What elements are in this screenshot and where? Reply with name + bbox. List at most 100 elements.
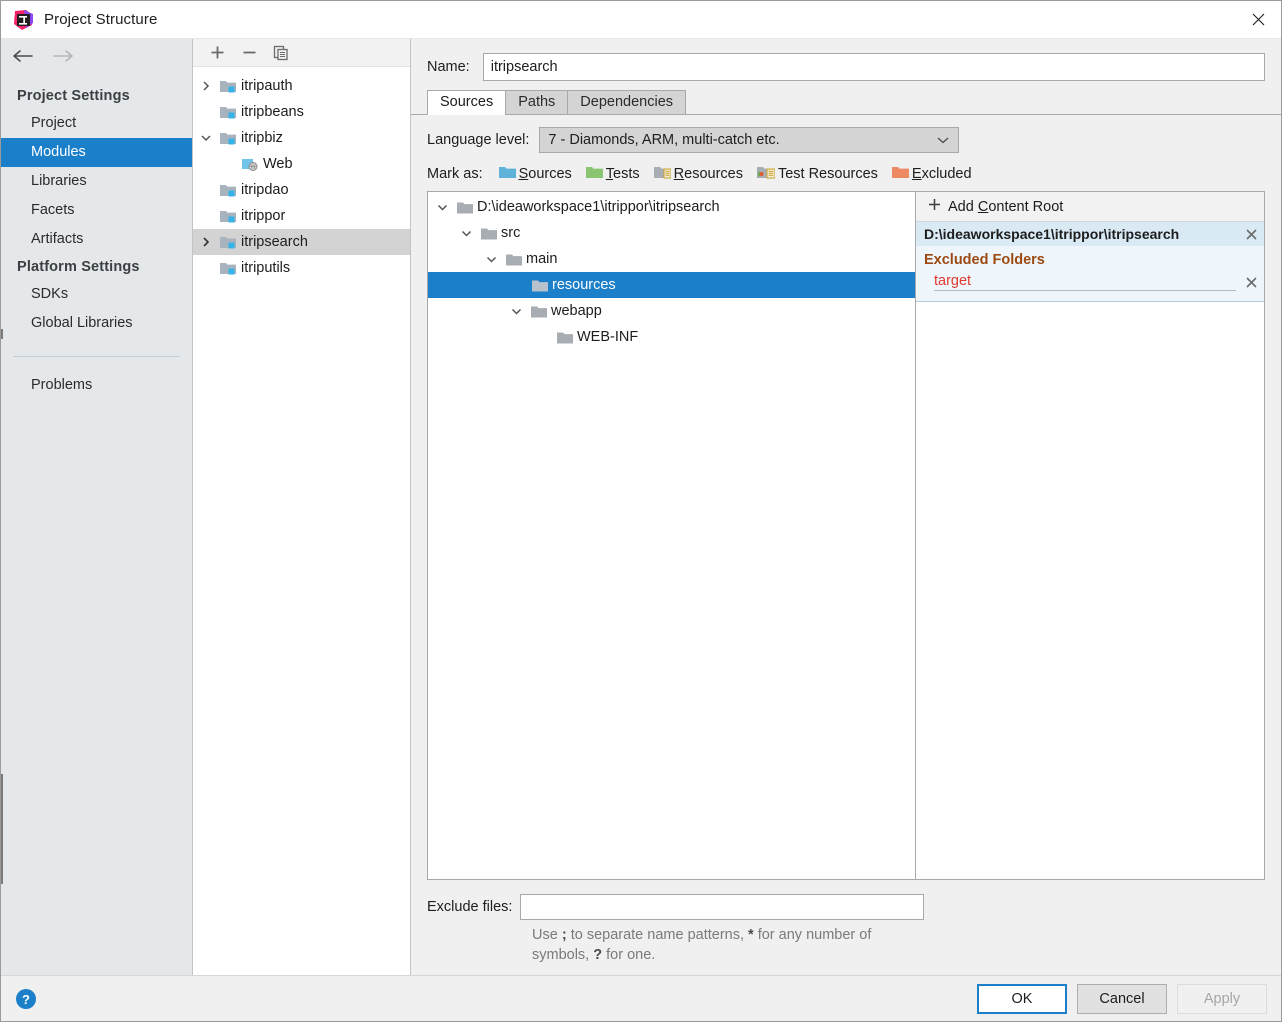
- mark-as-resources-button[interactable]: Resources: [653, 165, 743, 183]
- chevron-down-icon[interactable]: [195, 133, 217, 143]
- add-content-root-button[interactable]: Add Content Root: [916, 192, 1264, 222]
- forward-button[interactable]: [52, 48, 74, 64]
- module-name-label: Name:: [427, 59, 470, 75]
- source-row-label: resources: [552, 277, 616, 293]
- module-row-itripbiz[interactable]: itripbiz: [193, 125, 410, 151]
- sidebar-item-problems[interactable]: Problems: [1, 371, 192, 400]
- chevron-right-icon[interactable]: [195, 81, 217, 91]
- language-level-select[interactable]: 7 - Diamonds, ARM, multi-catch etc.: [539, 127, 960, 153]
- module-folder-icon: [217, 79, 239, 93]
- source-row-main[interactable]: main: [428, 246, 915, 272]
- content-root-header[interactable]: D:\ideaworkspace1\itrippor\itripsearch: [916, 222, 1264, 246]
- back-button[interactable]: [12, 48, 34, 64]
- sidebar-item-libraries[interactable]: Libraries: [1, 167, 192, 196]
- module-label: itripdao: [241, 182, 289, 198]
- folder-icon: [528, 305, 549, 318]
- sidebar-group-project-settings: Project Settings: [17, 88, 130, 104]
- tests-folder-icon: [585, 165, 603, 183]
- source-row-content-root[interactable]: D:\ideaworkspace1\itrippor\itripsearch: [428, 194, 915, 220]
- sidebar-item-sdks[interactable]: SDKs: [1, 280, 192, 309]
- sidebar-item-global-libraries[interactable]: Global Libraries: [1, 309, 192, 338]
- source-folder-tree-pane: D:\ideaworkspace1\itrippor\itripsearch s…: [428, 192, 916, 879]
- apply-button[interactable]: Apply: [1177, 983, 1267, 1014]
- sidebar-item-modules[interactable]: Modules: [1, 138, 192, 167]
- close-icon: [1245, 276, 1257, 288]
- plus-icon: [928, 198, 941, 215]
- chevron-right-icon[interactable]: [195, 237, 217, 247]
- chevron-down-icon[interactable]: [479, 254, 503, 265]
- web-facet-icon: [239, 157, 261, 171]
- ok-button[interactable]: OK: [977, 983, 1067, 1014]
- mark-as-excluded-label: Excluded: [911, 166, 972, 182]
- remove-content-root-button[interactable]: [1242, 225, 1260, 243]
- module-row-itripdao[interactable]: itripdao: [193, 177, 410, 203]
- help-icon: ?: [16, 988, 36, 1009]
- module-row-itripsearch[interactable]: itripsearch: [193, 229, 410, 255]
- chevron-down-icon[interactable]: [430, 202, 454, 213]
- content-roots-pane: Add Content Root D:\ideaworkspace1\itrip…: [916, 192, 1264, 879]
- sidebar-item-project[interactable]: Project: [1, 109, 192, 138]
- mark-as-excluded-button[interactable]: Excluded: [891, 165, 972, 183]
- exclude-files-input[interactable]: [520, 894, 925, 920]
- module-label: itripbiz: [241, 130, 283, 146]
- source-row-web-inf[interactable]: WEB-INF: [428, 324, 915, 350]
- folder-icon: [529, 279, 550, 292]
- copy-module-button[interactable]: [265, 40, 297, 66]
- exclude-files-label: Exclude files:: [427, 899, 513, 915]
- help-button[interactable]: ?: [15, 988, 37, 1010]
- source-row-webapp[interactable]: webapp: [428, 298, 915, 324]
- excluded-folder-name: target: [934, 273, 1236, 291]
- source-row-resources[interactable]: resources: [428, 272, 915, 298]
- tab-paths[interactable]: Paths: [505, 90, 569, 114]
- module-row-web-facet[interactable]: Web: [193, 151, 410, 177]
- module-name-input[interactable]: [482, 53, 1265, 81]
- excluded-folders-title: Excluded Folders: [924, 252, 1045, 268]
- window-title: Project Structure: [44, 11, 158, 28]
- mark-as-resources-label: Resources: [673, 166, 743, 182]
- modules-tree: itripauth itripbeans itripbiz Web itripd…: [193, 67, 410, 975]
- excluded-folder-entry: target: [924, 271, 1260, 293]
- remove-excluded-folder-button[interactable]: [1242, 273, 1260, 291]
- language-level-row: Language level: 7 - Diamonds, ARM, multi…: [411, 115, 1281, 161]
- sidebar-item-artifacts[interactable]: Artifacts: [1, 225, 192, 254]
- tab-dependencies[interactable]: Dependencies: [567, 90, 687, 114]
- resources-folder-icon: [653, 165, 672, 183]
- mark-as-tests-button[interactable]: Tests: [585, 165, 640, 183]
- mark-as-toolbar: Mark as: Sources Tests Resources Test Re…: [411, 161, 1281, 191]
- add-content-root-label: Add Content Root: [948, 198, 1064, 215]
- mark-as-test-resources-button[interactable]: Test Resources: [756, 165, 878, 183]
- sidebar-edge-marker-top: [1, 329, 3, 339]
- mark-as-tests-label: Tests: [605, 166, 640, 182]
- content-root-block: D:\ideaworkspace1\itrippor\itripsearch E…: [916, 222, 1264, 302]
- module-row-itrippor[interactable]: itrippor: [193, 203, 410, 229]
- module-folder-icon: [217, 183, 239, 197]
- sidebar-item-facets[interactable]: Facets: [1, 196, 192, 225]
- source-folder-tree: D:\ideaworkspace1\itrippor\itripsearch s…: [428, 192, 915, 350]
- arrow-left-icon: [13, 50, 33, 62]
- language-level-value: 7 - Diamonds, ARM, multi-catch etc.: [548, 132, 780, 148]
- sidebar-edge-marker-bottom: [1, 774, 3, 884]
- cancel-button[interactable]: Cancel: [1077, 983, 1167, 1014]
- add-module-button[interactable]: [201, 40, 233, 66]
- plus-icon: [211, 46, 223, 59]
- module-row-itripbeans[interactable]: itripbeans: [193, 99, 410, 125]
- content-root-body: Excluded Folders target: [916, 246, 1264, 301]
- chevron-down-icon[interactable]: [454, 228, 478, 239]
- module-folder-icon: [217, 209, 239, 223]
- source-row-label: D:\ideaworkspace1\itrippor\itripsearch: [477, 199, 720, 215]
- window-close-button[interactable]: [1235, 1, 1281, 38]
- remove-module-button[interactable]: [233, 40, 265, 66]
- module-row-itriputils[interactable]: itriputils: [193, 255, 410, 281]
- tab-sources[interactable]: Sources: [427, 90, 507, 115]
- module-tabs: Sources Paths Dependencies: [411, 90, 1281, 115]
- mark-as-label: Mark as:: [427, 166, 483, 182]
- mark-as-sources-label: Sources: [518, 166, 572, 182]
- module-row-itripauth[interactable]: itripauth: [193, 73, 410, 99]
- source-row-src[interactable]: src: [428, 220, 915, 246]
- modules-panel: itripauth itripbeans itripbiz Web itripd…: [193, 39, 411, 975]
- test-resources-folder-icon: [756, 165, 776, 183]
- folder-icon: [478, 227, 499, 240]
- chevron-down-icon[interactable]: [504, 306, 528, 317]
- mark-as-sources-button[interactable]: Sources: [498, 165, 572, 183]
- settings-sidebar: Project Settings Project Modules Librari…: [1, 39, 193, 975]
